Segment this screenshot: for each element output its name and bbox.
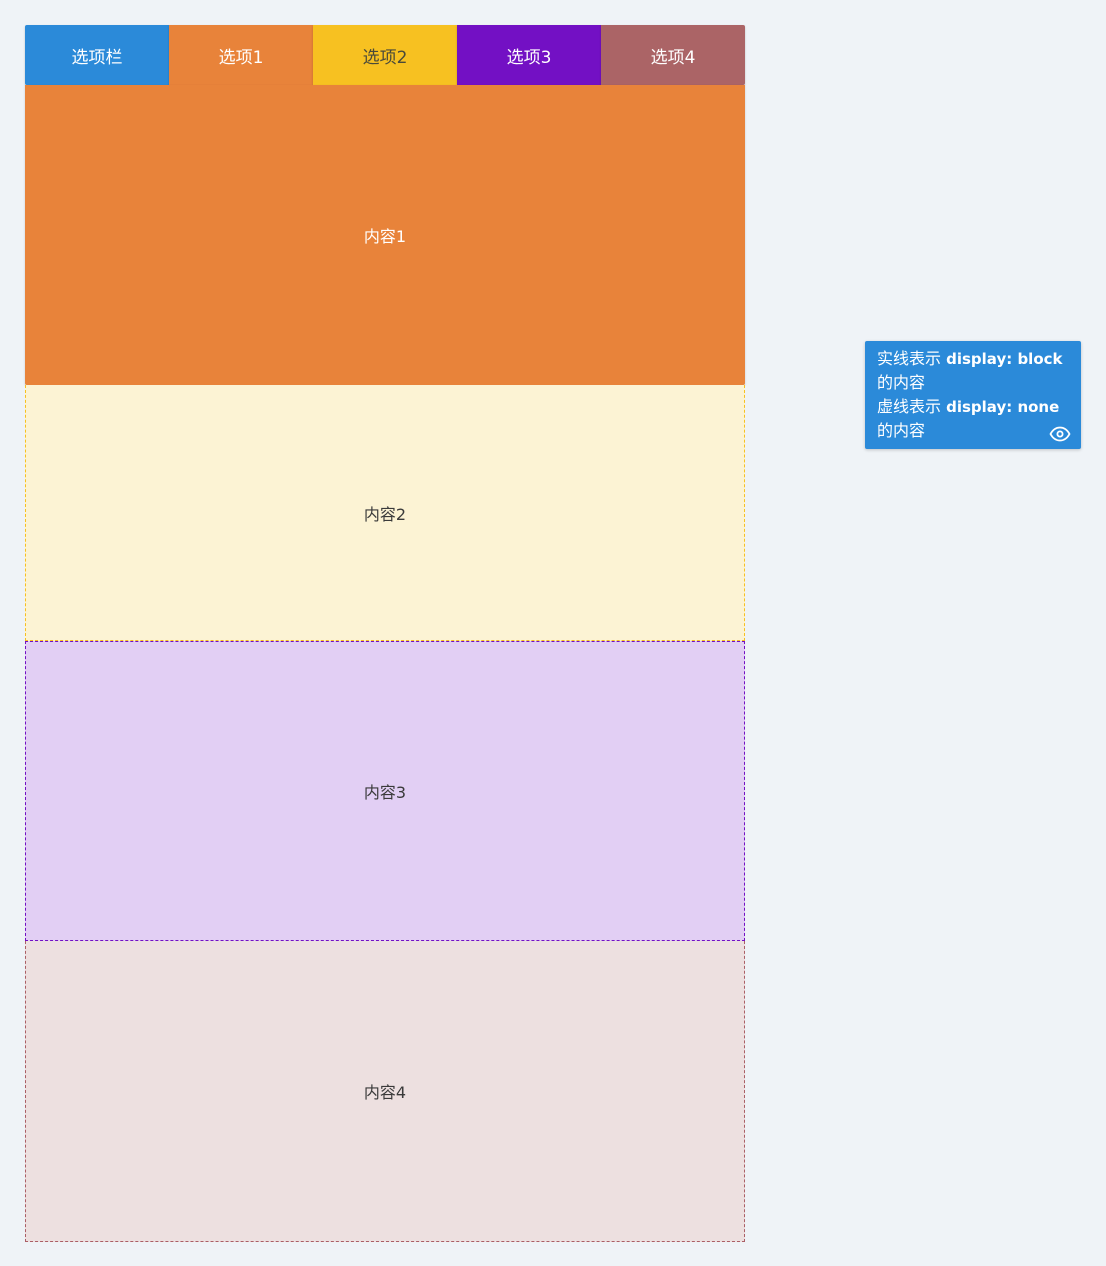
tab-option-4-label: 选项4 <box>650 47 696 68</box>
content-panel-3-label: 内容3 <box>363 783 407 802</box>
tab-header[interactable]: 选项栏 <box>25 25 169 85</box>
content-area: 内容1 内容2 内容3 内容4 <box>25 85 745 1242</box>
tab-option-1-label: 选项1 <box>218 47 264 68</box>
content-panel-1: 内容1 <box>25 85 745 385</box>
content-panel-4: 内容4 <box>25 941 745 1242</box>
legend-solid-line: 实线表示 display: block <box>877 347 1069 371</box>
tab-option-3[interactable]: 选项3 <box>457 25 601 85</box>
tab-header-label: 选项栏 <box>71 47 123 68</box>
tab-option-3-label: 选项3 <box>506 47 552 68</box>
legend-dashed-suffix: 的内容 <box>877 421 926 440</box>
legend-dashed-line: 虚线表示 display: none <box>877 395 1069 419</box>
legend-box: 实线表示 display: block 的内容 虚线表示 display: no… <box>865 341 1081 449</box>
tab-bar: 选项栏 选项1 选项2 选项3 选项4 <box>25 25 745 85</box>
tab-option-4[interactable]: 选项4 <box>601 25 745 85</box>
content-panel-4-label: 内容4 <box>363 1083 407 1102</box>
content-panel-2: 内容2 <box>25 385 745 641</box>
legend-solid-prefix: 实线表示 <box>877 349 947 368</box>
legend-dashed-prefix: 虚线表示 <box>877 397 947 416</box>
legend-dashed-code: display: none <box>946 398 1060 416</box>
content-panel-1-label: 内容1 <box>363 227 407 246</box>
legend-solid-code: display: block <box>946 350 1063 368</box>
tab-option-1[interactable]: 选项1 <box>169 25 313 85</box>
content-panel-3: 内容3 <box>25 641 745 941</box>
eye-icon[interactable] <box>1049 426 1071 442</box>
legend-solid-suffix: 的内容 <box>877 373 926 392</box>
tab-option-2-label: 选项2 <box>362 47 408 68</box>
tab-option-2[interactable]: 选项2 <box>313 25 457 85</box>
content-panel-2-label: 内容2 <box>363 504 407 524</box>
